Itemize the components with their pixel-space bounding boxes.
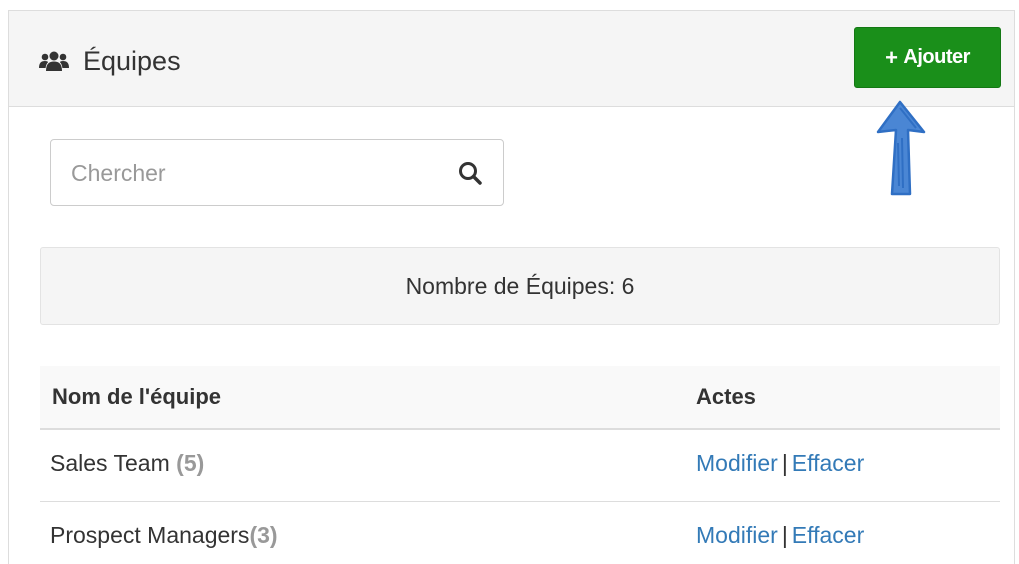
action-separator: | bbox=[781, 522, 788, 548]
actions-cell: Modifier | Effacer bbox=[696, 522, 864, 549]
delete-link[interactable]: Effacer bbox=[792, 450, 864, 476]
search-icon[interactable] bbox=[457, 160, 483, 186]
edit-link[interactable]: Modifier bbox=[696, 522, 778, 548]
team-name-cell: Sales Team (5) bbox=[50, 450, 204, 477]
search-input[interactable] bbox=[71, 156, 431, 190]
member-count: (3) bbox=[249, 522, 278, 548]
member-count: (5) bbox=[176, 450, 205, 476]
delete-link[interactable]: Effacer bbox=[792, 522, 864, 548]
team-count-text: Nombre de Équipes: 6 bbox=[405, 272, 635, 299]
search-box bbox=[50, 139, 504, 206]
team-name-cell: Prospect Managers(3) bbox=[50, 522, 278, 549]
plus-icon: + bbox=[885, 44, 898, 70]
edit-link[interactable]: Modifier bbox=[696, 450, 778, 476]
annotation-arrow-icon bbox=[876, 100, 926, 196]
team-name: Prospect Managers bbox=[50, 522, 250, 548]
users-icon bbox=[39, 51, 69, 71]
table-row: Prospect Managers(3) Modifier | Effacer bbox=[40, 502, 1000, 564]
teams-table: Nom de l'équipe Actes Sales Team (5) Mod… bbox=[40, 366, 1000, 564]
teams-panel: Équipes + Ajouter Nombre de Équipes: 6 N… bbox=[8, 10, 1015, 564]
team-name: Sales Team bbox=[50, 450, 170, 476]
column-header-actions: Actes bbox=[696, 384, 756, 409]
column-header-team-name: Nom de l'équipe bbox=[52, 384, 222, 409]
panel-title: Équipes bbox=[39, 41, 181, 81]
page-title: Équipes bbox=[83, 45, 181, 76]
panel-header: Équipes + Ajouter bbox=[9, 11, 1014, 107]
actions-cell: Modifier | Effacer bbox=[696, 450, 864, 477]
add-team-button-label: Ajouter bbox=[903, 46, 970, 68]
table-row: Sales Team (5) Modifier | Effacer bbox=[40, 430, 1000, 502]
add-team-button[interactable]: + Ajouter bbox=[854, 27, 1001, 88]
table-header-row: Nom de l'équipe Actes bbox=[40, 366, 1000, 430]
team-count-summary: Nombre de Équipes: 6 bbox=[40, 247, 1000, 325]
action-separator: | bbox=[781, 450, 788, 476]
